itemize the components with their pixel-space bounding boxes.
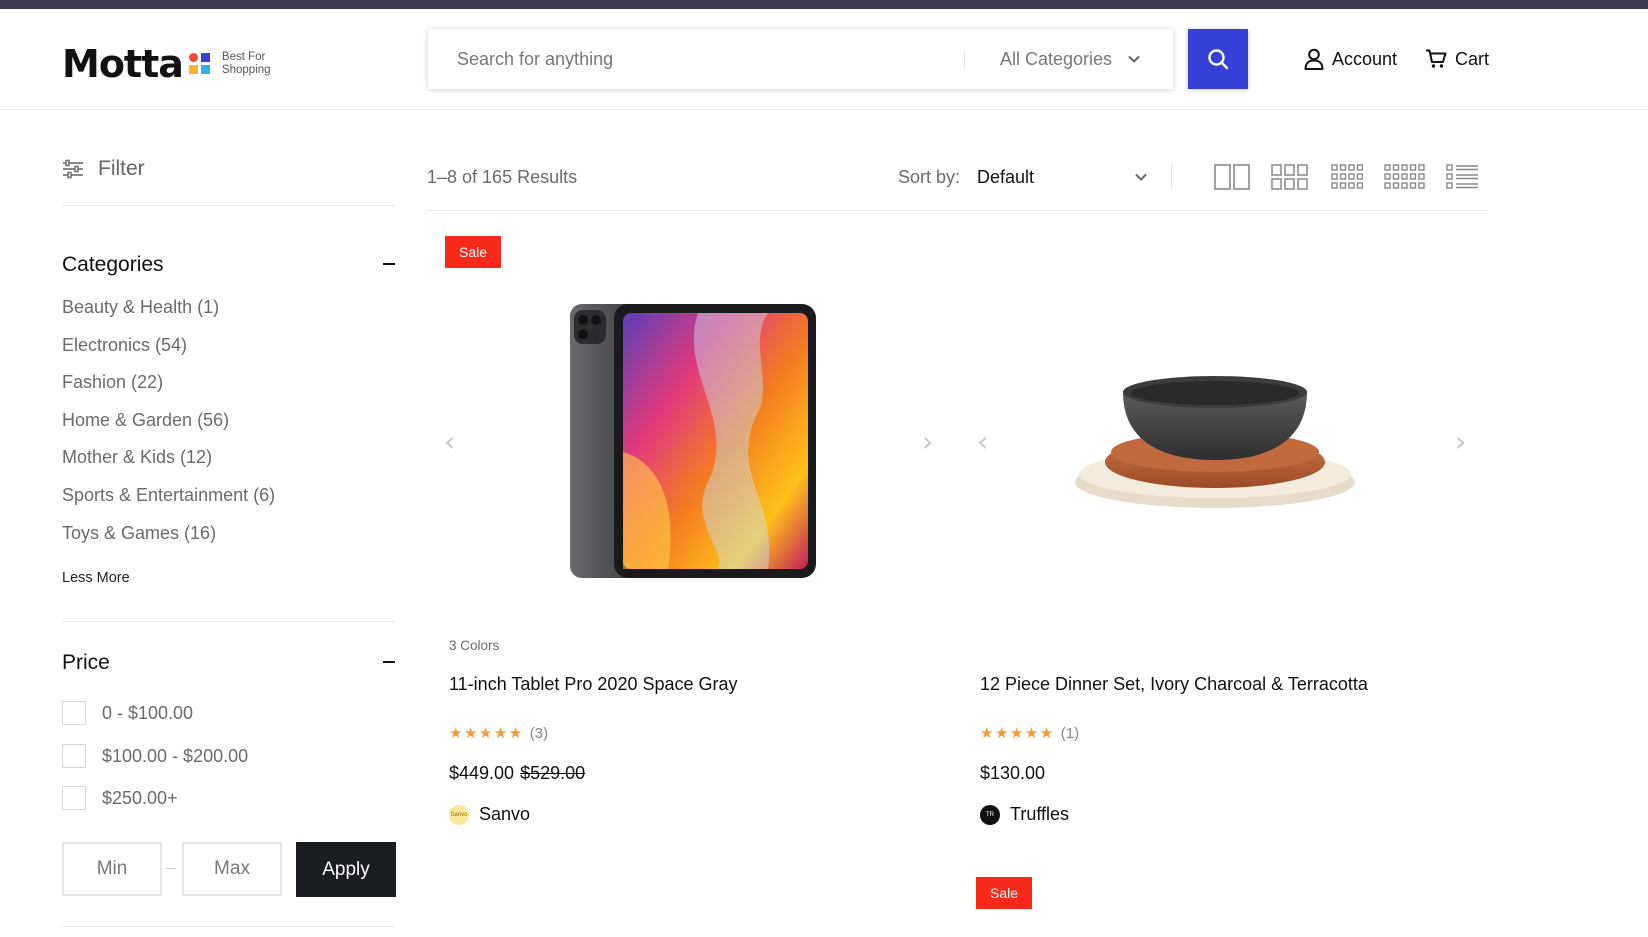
product-brand[interactable]: Sanvo Sanvo — [449, 804, 530, 825]
category-item[interactable]: Mother & Kids (12) — [62, 447, 275, 485]
sort-label: Sort by: — [898, 167, 961, 187]
grid-5-icon[interactable] — [1384, 164, 1425, 190]
logo-mark-icon — [188, 53, 211, 75]
price-option[interactable]: 0 - $100.00 — [62, 700, 248, 743]
brand-name: Truffles — [1010, 804, 1070, 824]
logo[interactable]: Motta Best For Shopping — [62, 39, 271, 89]
brand-logo-icon: Sanvo — [449, 804, 469, 825]
chevron-right-icon[interactable]: › — [922, 425, 933, 458]
sale-badge: Sale — [976, 877, 1033, 909]
product-rating: ★★★★★ (1) — [980, 724, 1079, 742]
grid-4-icon[interactable] — [1331, 164, 1363, 190]
results-count: 1–8 of 165 Results — [427, 167, 578, 187]
old-price: $529.00 — [520, 763, 586, 783]
brand-name: Sanvo — [479, 804, 531, 824]
sort-select[interactable]: Default — [977, 158, 1147, 196]
search-button[interactable] — [1188, 29, 1248, 89]
sale-badge: Sale — [445, 236, 502, 268]
checkbox[interactable] — [62, 701, 86, 725]
chevron-down-icon — [1128, 55, 1140, 63]
divider — [62, 926, 395, 927]
search-icon — [1208, 49, 1229, 70]
cart-link[interactable]: Cart — [1425, 29, 1489, 89]
chevron-right-icon[interactable]: › — [1455, 425, 1466, 458]
checkbox[interactable] — [62, 786, 86, 810]
chevron-left-icon[interactable]: ‹ — [444, 425, 455, 458]
account-link[interactable]: Account — [1304, 29, 1397, 89]
divider — [62, 205, 395, 206]
account-label: Account — [1332, 48, 1398, 69]
chevron-left-icon[interactable]: ‹ — [977, 425, 988, 458]
rating-stars: ★★★★★ — [449, 725, 524, 742]
categories-title: Categories — [62, 253, 164, 276]
less-more-link[interactable]: Less More — [62, 570, 130, 586]
search-input[interactable] — [428, 29, 968, 89]
brand-logo-icon: TR — [980, 804, 1000, 825]
divider — [62, 621, 395, 622]
filter-toggle[interactable]: Filter — [62, 157, 145, 181]
cart-icon — [1426, 49, 1447, 68]
chevron-down-icon — [1135, 173, 1147, 181]
rating-count: (1) — [1060, 725, 1080, 742]
category-item[interactable]: Beauty & Health (1) — [62, 297, 275, 335]
min-price-input[interactable] — [62, 842, 162, 896]
current-price: $130.00 — [980, 763, 1046, 783]
rating-stars: ★★★★★ — [980, 725, 1055, 742]
category-select-label: All Categories — [1000, 48, 1113, 69]
product-image-tablet[interactable] — [568, 302, 818, 580]
collapse-categories-icon[interactable] — [383, 263, 395, 265]
category-item[interactable]: Sports & Entertainment (6) — [62, 485, 275, 523]
max-price-input[interactable] — [182, 842, 282, 896]
user-icon — [1304, 48, 1324, 70]
product-title[interactable]: 12 Piece Dinner Set, Ivory Charcoal & Te… — [980, 674, 1368, 695]
product-price: $130.00 — [980, 763, 1045, 784]
category-list: Beauty & Health (1) Electronics (54) Fashi… — [62, 297, 275, 560]
top-accent-bar — [0, 0, 1648, 9]
category-item[interactable]: Electronics (54) — [62, 335, 275, 373]
list-view-icon[interactable] — [1446, 164, 1479, 190]
search-bar: All Categories — [428, 29, 1173, 89]
checkbox[interactable] — [62, 743, 86, 768]
filter-label: Filter — [98, 157, 145, 180]
toolbar-bottom-divider — [427, 210, 1487, 211]
category-item[interactable]: Fashion (22) — [62, 372, 275, 410]
category-item[interactable]: Toys & Games (16) — [62, 523, 275, 561]
range-dash — [166, 868, 176, 869]
product-brand[interactable]: TR Truffles — [980, 804, 1069, 825]
logo-tagline: Best For Shopping — [221, 51, 271, 76]
current-price: $449.00 — [449, 763, 515, 783]
price-option[interactable]: $100.00 - $200.00 — [62, 743, 248, 786]
sort-value: Default — [977, 166, 1035, 187]
site-header: Motta Best For Shopping All Categories A… — [0, 9, 1648, 110]
grid-3-icon[interactable] — [1271, 164, 1308, 190]
apply-button[interactable]: Apply — [296, 842, 396, 897]
category-item[interactable]: Home & Garden (56) — [62, 410, 275, 448]
product-rating: ★★★★★ (3) — [449, 724, 548, 742]
product-colors: 3 Colors — [449, 638, 500, 653]
product-image-dinner-set[interactable] — [1070, 370, 1360, 510]
price-options: 0 - $100.00 $100.00 - $200.00 $250.00+ — [62, 700, 248, 828]
cart-label: Cart — [1455, 48, 1490, 69]
rating-count: (3) — [529, 725, 549, 742]
price-title: Price — [62, 651, 110, 674]
category-select[interactable]: All Categories — [1000, 29, 1140, 89]
grid-2-icon[interactable] — [1214, 164, 1250, 190]
collapse-price-icon[interactable] — [383, 661, 395, 663]
sliders-icon — [63, 159, 83, 179]
toolbar-divider — [1171, 165, 1172, 189]
search-divider — [964, 51, 965, 69]
product-price: $449.00 $529.00 — [449, 763, 585, 784]
price-option[interactable]: $250.00+ — [62, 785, 248, 828]
logo-text: Motta — [62, 42, 184, 86]
product-title[interactable]: 11-inch Tablet Pro 2020 Space Gray — [449, 674, 738, 695]
